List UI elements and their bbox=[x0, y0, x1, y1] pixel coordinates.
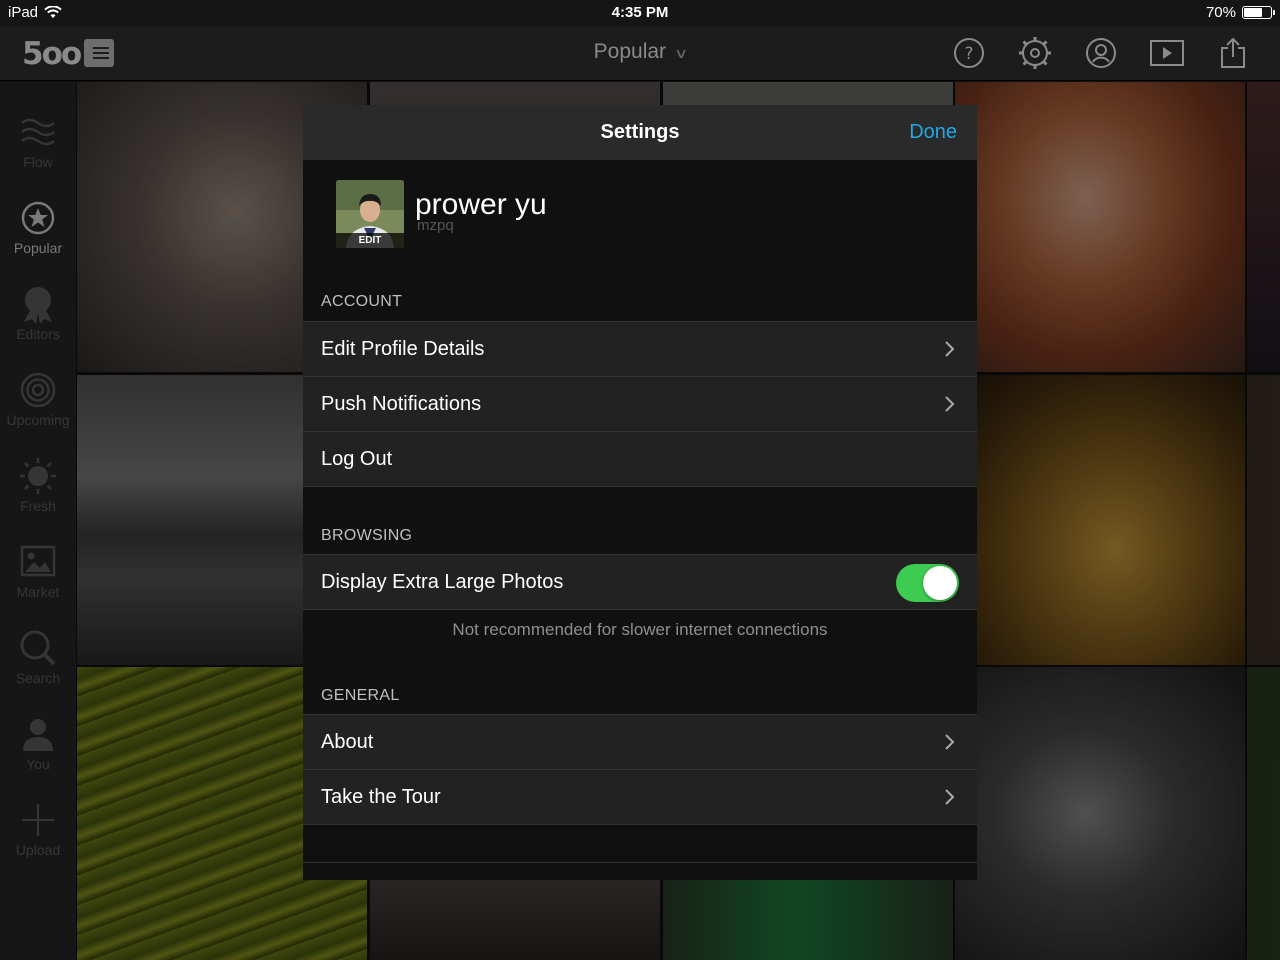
row-label: Take the Tour bbox=[321, 786, 441, 808]
section-header-browsing: BROWSING bbox=[321, 527, 413, 544]
row-label: Log Out bbox=[321, 448, 393, 470]
divider bbox=[303, 862, 977, 863]
divider bbox=[303, 486, 977, 487]
row-about[interactable]: About bbox=[303, 714, 977, 769]
help-icon[interactable]: ? bbox=[952, 36, 986, 70]
chevron-right-icon bbox=[945, 734, 955, 750]
row-push-notifications[interactable]: Push Notifications bbox=[303, 376, 977, 431]
avatar-edit-label: EDIT bbox=[336, 233, 404, 248]
section-header-general: GENERAL bbox=[321, 687, 400, 704]
slideshow-icon[interactable] bbox=[1150, 36, 1184, 70]
modal-title: Settings bbox=[600, 121, 680, 143]
chevron-down-icon: ∨ bbox=[674, 45, 689, 61]
profile-header: EDIT prower yu mzpq bbox=[336, 180, 936, 250]
row-label: Display Extra Large Photos bbox=[321, 571, 564, 593]
divider bbox=[303, 824, 977, 825]
battery-percent: 70% bbox=[1205, 4, 1236, 21]
battery-icon bbox=[1242, 6, 1275, 19]
row-label: Push Notifications bbox=[321, 393, 482, 415]
done-button[interactable]: Done bbox=[909, 121, 957, 144]
chevron-right-icon bbox=[945, 789, 955, 805]
status-time: 4:35 PM bbox=[611, 4, 669, 21]
status-bar: iPad 4:35 PM 70% bbox=[0, 0, 1280, 26]
chevron-right-icon bbox=[945, 341, 955, 357]
settings-modal: Settings Done EDIT prower yu mzpq ACCOUN… bbox=[303, 105, 977, 880]
svg-text:?: ? bbox=[964, 44, 973, 64]
toggle-knob bbox=[923, 566, 957, 600]
browsing-note: Not recommended for slower internet conn… bbox=[452, 620, 828, 639]
divider bbox=[303, 609, 977, 610]
row-log-out[interactable]: Log Out bbox=[303, 431, 977, 486]
avatar[interactable]: EDIT bbox=[336, 180, 404, 248]
row-take-the-tour[interactable]: Take the Tour bbox=[303, 769, 977, 824]
share-icon[interactable] bbox=[1216, 36, 1250, 70]
modal-header: Settings Done bbox=[303, 105, 977, 160]
top-nav-bar: 5oo Popular ∨ ? bbox=[0, 26, 1280, 81]
category-title: Popular bbox=[593, 40, 667, 63]
settings-icon[interactable] bbox=[1018, 36, 1052, 70]
row-display-extra-large-photos: Display Extra Large Photos bbox=[303, 554, 977, 609]
row-edit-profile-details[interactable]: Edit Profile Details bbox=[303, 321, 977, 376]
extra-large-photos-toggle[interactable] bbox=[896, 564, 959, 602]
section-header-account: ACCOUNT bbox=[321, 293, 403, 310]
chevron-right-icon bbox=[945, 396, 955, 412]
profile-handle: mzpq bbox=[417, 217, 454, 234]
row-label: About bbox=[321, 731, 374, 753]
profile-icon[interactable] bbox=[1084, 36, 1118, 70]
row-label: Edit Profile Details bbox=[321, 338, 485, 360]
